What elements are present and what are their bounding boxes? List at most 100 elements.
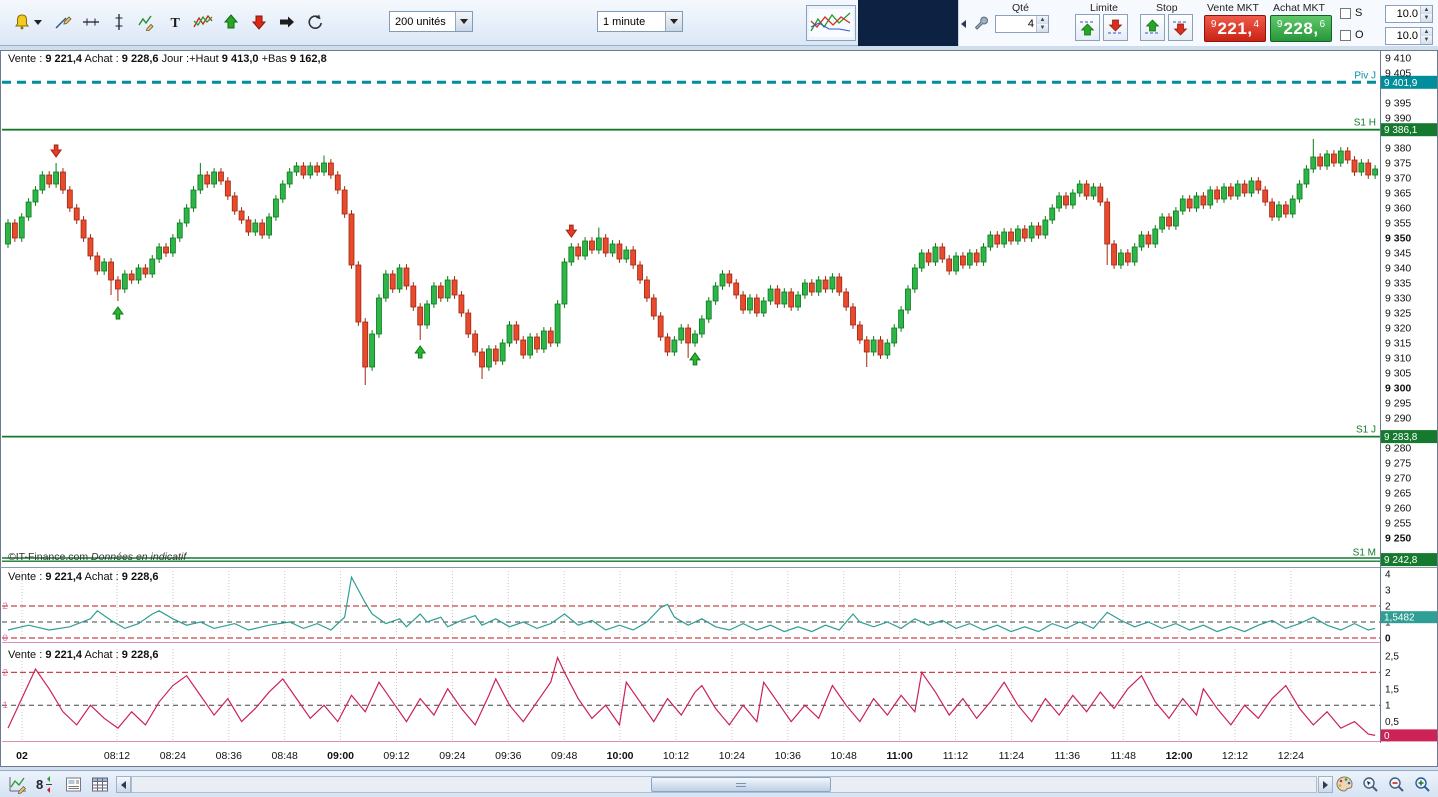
forward-arrow-button[interactable] bbox=[274, 8, 300, 36]
chart-patterns-button[interactable] bbox=[806, 5, 856, 41]
timeframe-select[interactable]: 1 minute bbox=[597, 11, 683, 32]
candle-body bbox=[314, 165, 321, 173]
sell-limit-button[interactable] bbox=[1103, 14, 1128, 41]
spin-down-icon[interactable]: ▼ bbox=[1421, 14, 1432, 22]
sell-arrow-button[interactable] bbox=[246, 8, 272, 36]
candle-body bbox=[960, 255, 966, 266]
qty-spin-arrows[interactable]: ▲ ▼ bbox=[1036, 16, 1048, 32]
price-tick-label: 9 355 bbox=[1385, 218, 1411, 230]
edit-chart-button[interactable] bbox=[6, 773, 30, 796]
vente-label: Vente : bbox=[8, 649, 43, 661]
candle-body bbox=[458, 294, 465, 314]
candle-body bbox=[101, 261, 108, 272]
replay-icon bbox=[308, 14, 322, 29]
spin-down-icon[interactable]: ▼ bbox=[1421, 36, 1432, 44]
candle-body bbox=[843, 291, 850, 308]
news-button[interactable] bbox=[62, 773, 86, 796]
price-tick-label: 9 265 bbox=[1385, 488, 1411, 500]
candle-body bbox=[1186, 198, 1193, 209]
candle-body bbox=[492, 348, 499, 362]
s-checkbox[interactable] bbox=[1340, 8, 1351, 19]
replay-button[interactable] bbox=[302, 8, 328, 36]
candle-body bbox=[204, 174, 211, 185]
candle-body bbox=[1021, 228, 1028, 239]
price-tick-label: 9 330 bbox=[1385, 293, 1411, 305]
edit-indicator-button[interactable] bbox=[134, 8, 160, 36]
candle-body bbox=[1241, 183, 1248, 194]
arrow-up-icon bbox=[223, 14, 239, 29]
sell-stop-button[interactable] bbox=[1168, 14, 1193, 41]
palette-icon bbox=[1336, 776, 1352, 792]
zoom-selection-button[interactable] bbox=[1358, 773, 1382, 796]
candle-body bbox=[609, 243, 616, 254]
o-checkbox[interactable] bbox=[1340, 30, 1351, 41]
units-select-caret[interactable] bbox=[455, 12, 472, 31]
candle-body bbox=[554, 303, 561, 344]
candle-body bbox=[485, 348, 492, 368]
candle-body bbox=[18, 216, 25, 239]
s-value-stepper[interactable]: 10.0 ▲ ▼ bbox=[1385, 5, 1433, 23]
pattern-detection-button[interactable] bbox=[190, 8, 216, 36]
scroll-right-button[interactable] bbox=[1318, 776, 1333, 793]
candle-body bbox=[1358, 162, 1365, 173]
candle-body bbox=[678, 327, 685, 341]
candle-body bbox=[176, 222, 183, 239]
candle-body bbox=[980, 246, 987, 263]
zoom-in-button[interactable] bbox=[1410, 773, 1434, 796]
caret-down-icon bbox=[34, 19, 42, 25]
qty-stepper[interactable]: 4 ▲ ▼ bbox=[995, 15, 1049, 33]
candle-body bbox=[1159, 216, 1166, 230]
spin-up-icon[interactable]: ▲ bbox=[1421, 6, 1432, 14]
chart-scrollbar-track[interactable] bbox=[131, 776, 1317, 793]
candle-body bbox=[1111, 243, 1117, 266]
spin-up-icon[interactable]: ▲ bbox=[1421, 28, 1432, 36]
indicator-tick-label: 0,5 bbox=[1385, 717, 1399, 728]
spin-up-icon[interactable]: ▲ bbox=[1037, 16, 1048, 24]
candle-body bbox=[898, 309, 904, 329]
copyright-site: ©IT-Finance.com bbox=[8, 551, 89, 563]
candle-body bbox=[747, 297, 753, 311]
text-tool-button[interactable]: T bbox=[162, 8, 188, 36]
order-settings-button[interactable] bbox=[970, 12, 992, 34]
spin-down-icon[interactable]: ▼ bbox=[1037, 24, 1048, 32]
sell-stop-icon bbox=[1173, 21, 1188, 36]
candle-body bbox=[479, 351, 485, 368]
draw-line-button[interactable] bbox=[50, 8, 76, 36]
candle-body bbox=[740, 294, 746, 311]
collapse-order-panel-button[interactable] bbox=[957, 14, 969, 34]
svg-text:T: T bbox=[171, 16, 181, 31]
candle-body bbox=[664, 336, 671, 353]
units-select[interactable]: 200 unités bbox=[389, 11, 473, 32]
buy-arrow-button[interactable] bbox=[218, 8, 244, 36]
candle-body bbox=[163, 246, 169, 254]
vente-mkt-button[interactable]: 9 221, 4 bbox=[1204, 15, 1266, 42]
achat-mkt-button[interactable]: 9 228, 6 bbox=[1270, 15, 1332, 42]
chart-options-button[interactable] bbox=[1332, 773, 1356, 796]
alerts-bell-button[interactable] bbox=[8, 8, 46, 36]
o-value-stepper[interactable]: 10.0 ▲ ▼ bbox=[1385, 27, 1433, 45]
vertical-line-button[interactable] bbox=[106, 8, 132, 36]
candle-body bbox=[1207, 189, 1214, 206]
zoom-out-button[interactable] bbox=[1384, 773, 1408, 796]
chart-scrollbar-thumb[interactable] bbox=[651, 777, 831, 792]
candle-body bbox=[60, 171, 66, 191]
candle-body bbox=[1193, 195, 1200, 209]
chart-canvas: Piv J 9 401,9 S1 H 9 386,1 S1 J 9 283,8 S1 M 9 … bbox=[0, 50, 1438, 767]
o-spin-arrows[interactable]: ▲ ▼ bbox=[1420, 28, 1432, 44]
horizontal-line-button[interactable] bbox=[78, 8, 104, 36]
scroll-left-button[interactable] bbox=[116, 776, 131, 793]
candle-body bbox=[1008, 231, 1014, 242]
candle-body bbox=[953, 255, 959, 272]
level-price-tag bbox=[1381, 430, 1437, 444]
buy-stop-button[interactable] bbox=[1140, 14, 1165, 41]
data-table-button[interactable] bbox=[88, 773, 112, 796]
candle-body bbox=[850, 306, 856, 326]
candle-body bbox=[513, 324, 520, 341]
level-name-label: Piv J bbox=[1354, 70, 1376, 81]
timeframe-select-caret[interactable] bbox=[665, 12, 682, 31]
candle-body bbox=[1056, 195, 1063, 209]
s-spin-arrows[interactable]: ▲ ▼ bbox=[1420, 6, 1432, 22]
pattern-zigzag-icon bbox=[193, 14, 213, 28]
buy-limit-button[interactable] bbox=[1075, 14, 1100, 41]
price-display-button[interactable]: 8 bbox=[32, 773, 56, 796]
